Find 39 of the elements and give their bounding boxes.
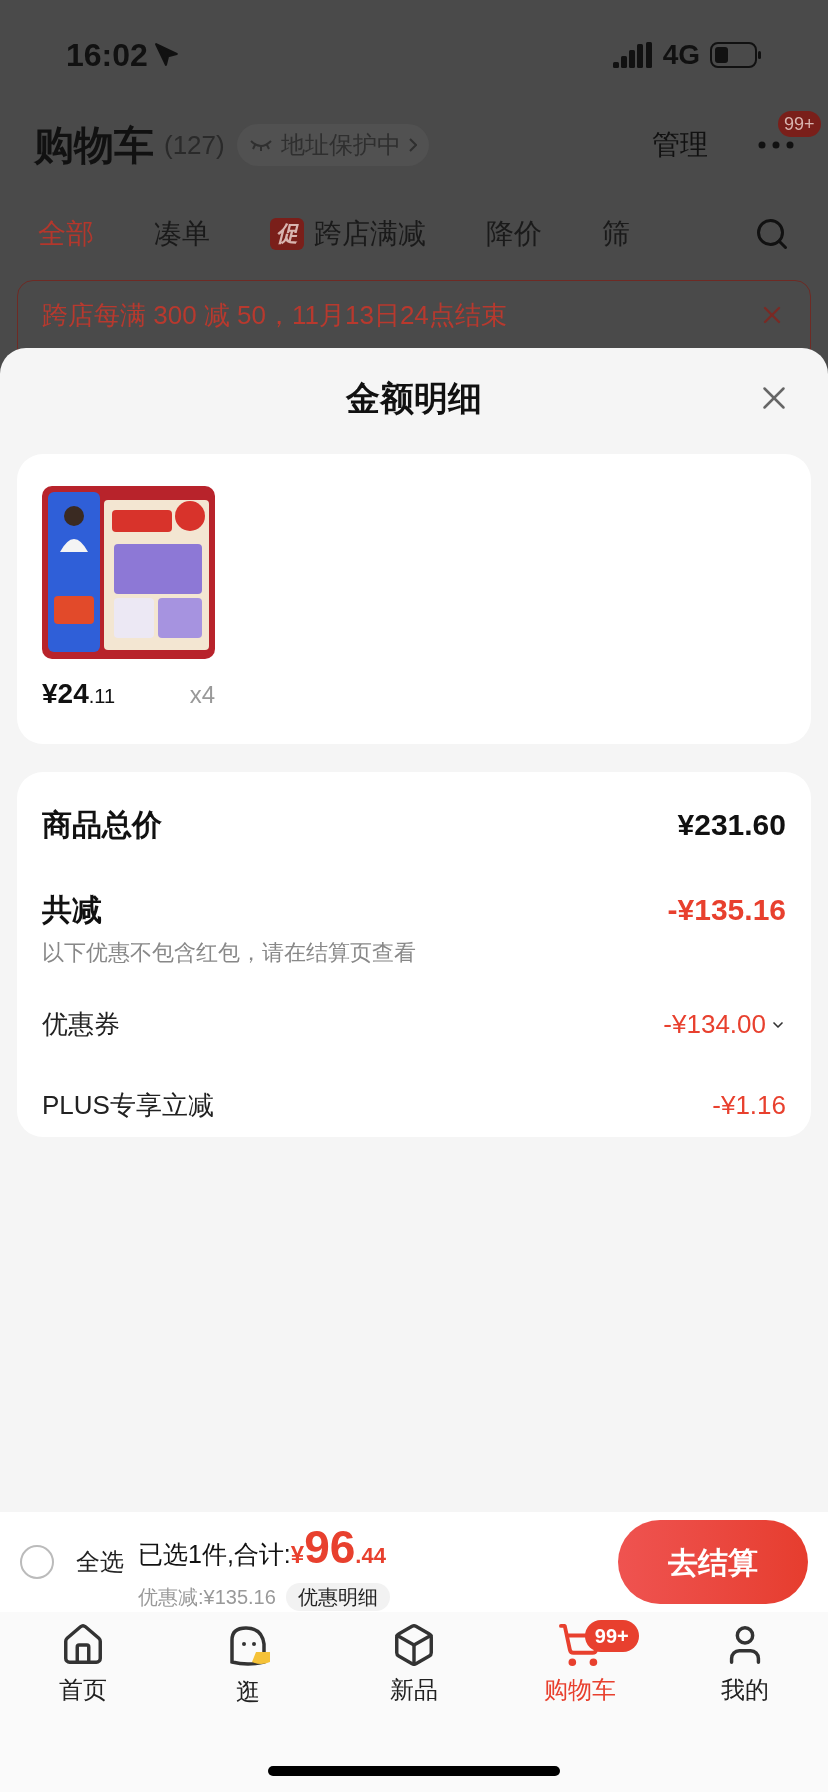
status-time: 16:02 xyxy=(66,36,148,75)
item-quantity: x4 xyxy=(189,680,215,710)
nav-tab[interactable]: 购物车 99+ xyxy=(496,1622,663,1710)
signal-icon xyxy=(612,42,653,68)
network-label: 4G xyxy=(662,38,700,72)
chevron-right-icon xyxy=(408,138,417,152)
summary-label: 商品总价 xyxy=(42,807,162,843)
promo-text: 跨店每满 300 减 50，11月13日24点结束 xyxy=(42,298,507,332)
battery-icon xyxy=(710,42,762,68)
discount-details-button[interactable]: 优惠明细 xyxy=(285,1582,390,1611)
more-icon[interactable] xyxy=(758,141,794,149)
total-price: ¥96.44 xyxy=(290,1519,386,1575)
summary-note: 以下优惠不包含红包，请在结算页查看 xyxy=(42,939,417,967)
nav-tab[interactable]: 逛 xyxy=(165,1622,332,1710)
notification-badge: 99+ xyxy=(778,111,821,137)
select-all-checkbox[interactable] xyxy=(20,1545,54,1579)
nav-tab[interactable]: 新品 xyxy=(331,1622,497,1710)
promo-tag: 促 xyxy=(270,218,304,250)
closed-eye-icon xyxy=(248,139,273,151)
item-price: ¥24.11 xyxy=(42,677,116,711)
summary-label: PLUS专享立减 xyxy=(42,1089,214,1122)
summary-value: -¥134.00 xyxy=(663,1008,766,1041)
summary-label: 优惠券 xyxy=(42,1008,120,1041)
discount-summary: 优惠减:¥135.16 xyxy=(138,1584,276,1610)
nav-tab[interactable]: 首页 xyxy=(0,1622,166,1710)
cart-badge: 99+ xyxy=(584,1620,639,1652)
summary-value: -¥135.16 xyxy=(667,892,786,928)
select-all-label[interactable]: 全选 xyxy=(76,1544,124,1580)
sheet-title: 金额明细 xyxy=(346,377,482,419)
checkout-button[interactable]: 去结算 xyxy=(618,1520,808,1604)
location-arrow-icon xyxy=(153,42,180,68)
summary-value: ¥231.60 xyxy=(677,807,786,843)
summary-label: 共减 xyxy=(42,892,102,928)
search-icon[interactable] xyxy=(754,216,790,252)
summary-value: -¥1.16 xyxy=(712,1089,786,1122)
nav-tab[interactable]: 我的 xyxy=(662,1622,828,1710)
selected-summary: 已选1件,合计: xyxy=(138,1538,291,1570)
page-title: 购物车 xyxy=(34,122,154,169)
manage-button[interactable]: 管理 xyxy=(652,124,708,166)
